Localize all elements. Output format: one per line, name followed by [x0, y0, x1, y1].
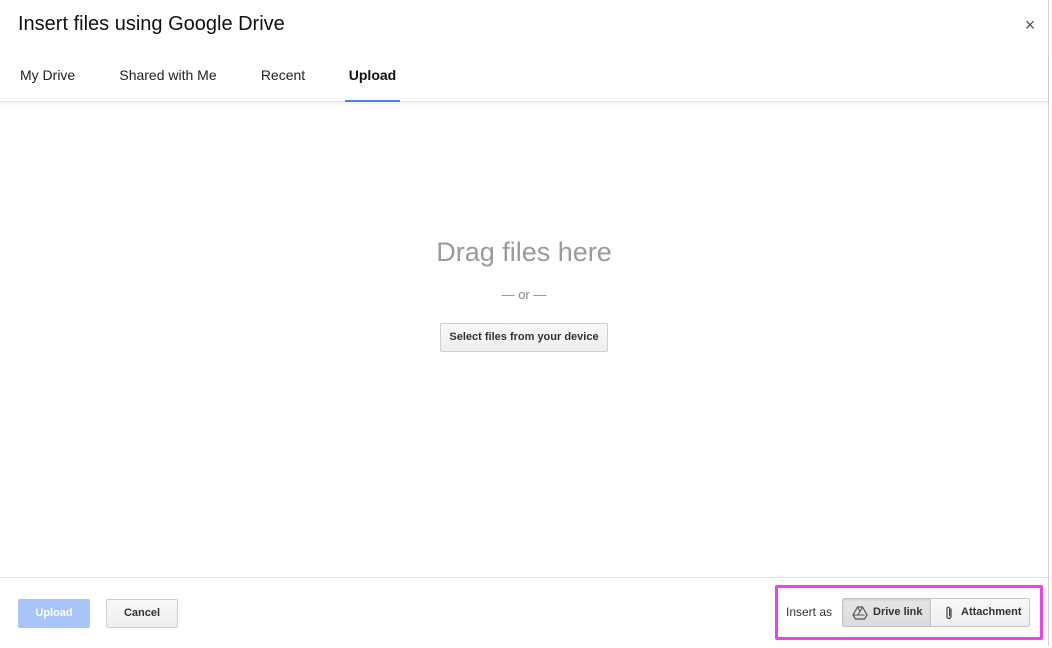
attachment-option[interactable]: Attachment: [930, 598, 1030, 627]
insert-files-dialog: Insert files using Google Drive × My Dri…: [0, 0, 1049, 647]
or-divider: — or —: [501, 287, 547, 302]
tab-my-drive[interactable]: My Drive: [20, 52, 75, 101]
paperclip-icon: [946, 606, 952, 620]
tab-recent[interactable]: Recent: [260, 52, 306, 101]
drive-link-option[interactable]: Drive link: [842, 598, 931, 627]
drive-link-label: Drive link: [873, 606, 923, 618]
tab-bar: My Drive Shared with Me Recent Upload: [0, 52, 1048, 102]
tab-label: Upload: [348, 67, 397, 83]
attachment-label: Attachment: [961, 606, 1022, 618]
cancel-button[interactable]: Cancel: [106, 599, 178, 628]
dialog-title: Insert files using Google Drive: [18, 13, 285, 35]
google-drive-icon: [852, 606, 868, 620]
tab-label: Shared with Me: [119, 67, 217, 83]
insert-as-label: Insert as: [786, 605, 833, 619]
select-files-button[interactable]: Select files from your device: [440, 323, 608, 352]
tab-label: Recent: [260, 67, 306, 83]
tab-upload[interactable]: Upload: [345, 52, 400, 102]
drop-zone-title: Drag files here: [436, 237, 612, 267]
close-icon[interactable]: ×: [1021, 14, 1039, 36]
tab-shared-with-me[interactable]: Shared with Me: [119, 52, 217, 101]
upload-button[interactable]: Upload: [18, 599, 90, 628]
active-tab-indicator: [345, 100, 400, 102]
tab-label: My Drive: [20, 67, 76, 83]
